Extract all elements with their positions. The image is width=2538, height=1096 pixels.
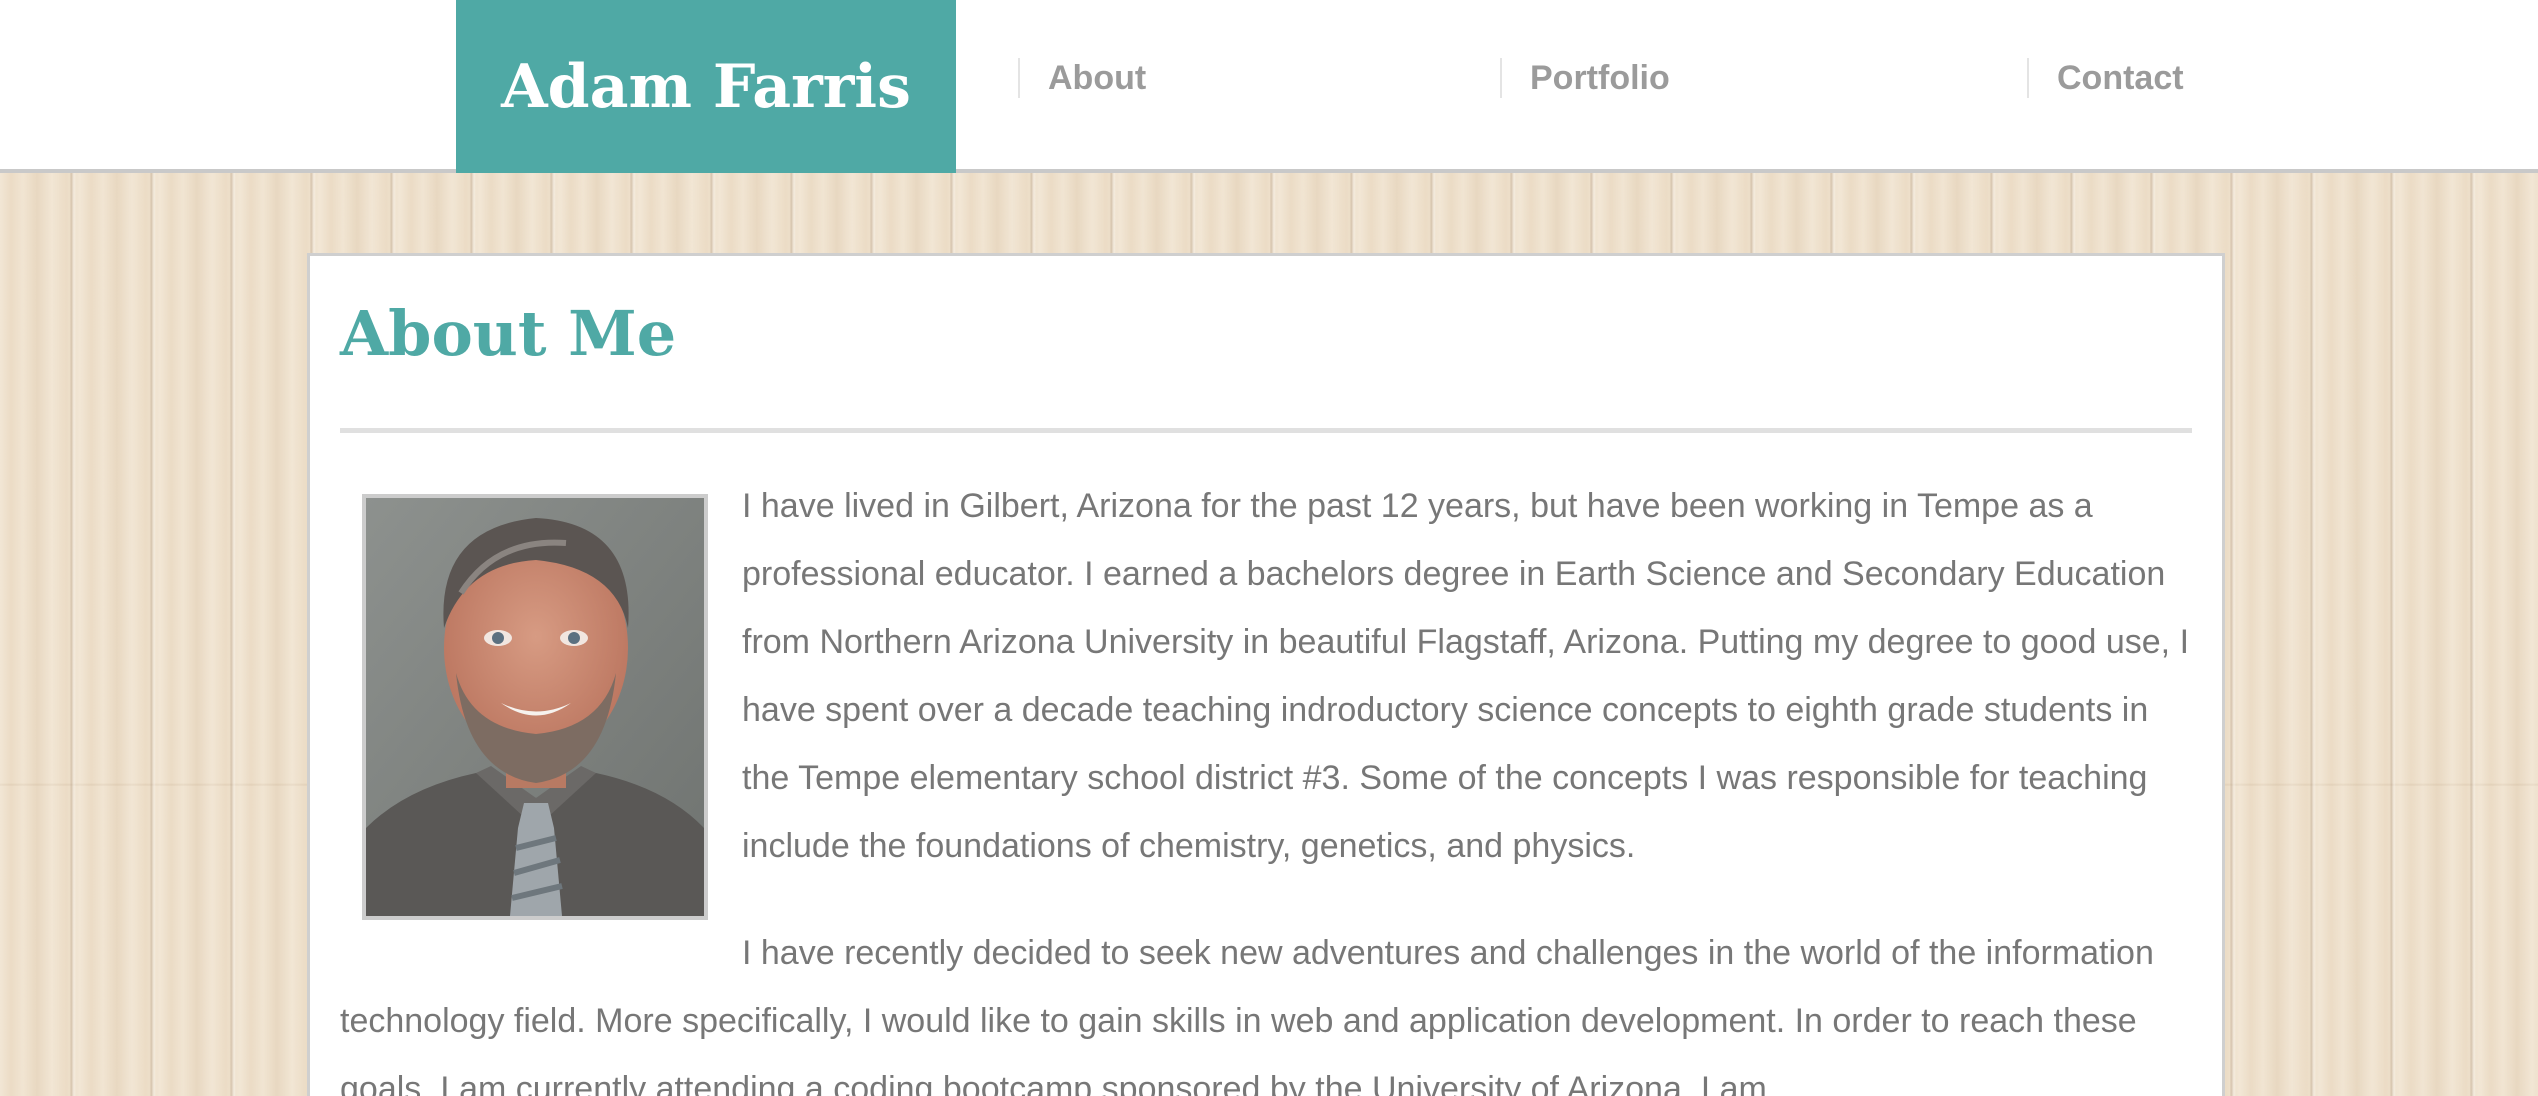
- person-photo-icon: [366, 498, 704, 916]
- page-title: About Me: [340, 297, 677, 370]
- title-divider: [340, 428, 2192, 433]
- brand-block[interactable]: Adam Farris: [456, 0, 956, 173]
- nav-link-about[interactable]: About: [1018, 58, 1146, 98]
- nav-link-contact[interactable]: Contact: [2027, 58, 2184, 98]
- about-card: About Me I have lived in Gilbert, Arizon…: [307, 253, 2225, 1096]
- nav-link-portfolio[interactable]: Portfolio: [1500, 58, 1670, 98]
- about-paragraph-1: I have lived in Gilbert, Arizona for the…: [742, 487, 2190, 865]
- site-logo-text[interactable]: Adam Farris: [501, 52, 911, 122]
- about-paragraph-2: I have recently decided to seek new adve…: [340, 934, 2154, 1096]
- site-header: Adam Farris About Portfolio Contact: [0, 0, 2538, 173]
- profile-photo: [362, 494, 708, 920]
